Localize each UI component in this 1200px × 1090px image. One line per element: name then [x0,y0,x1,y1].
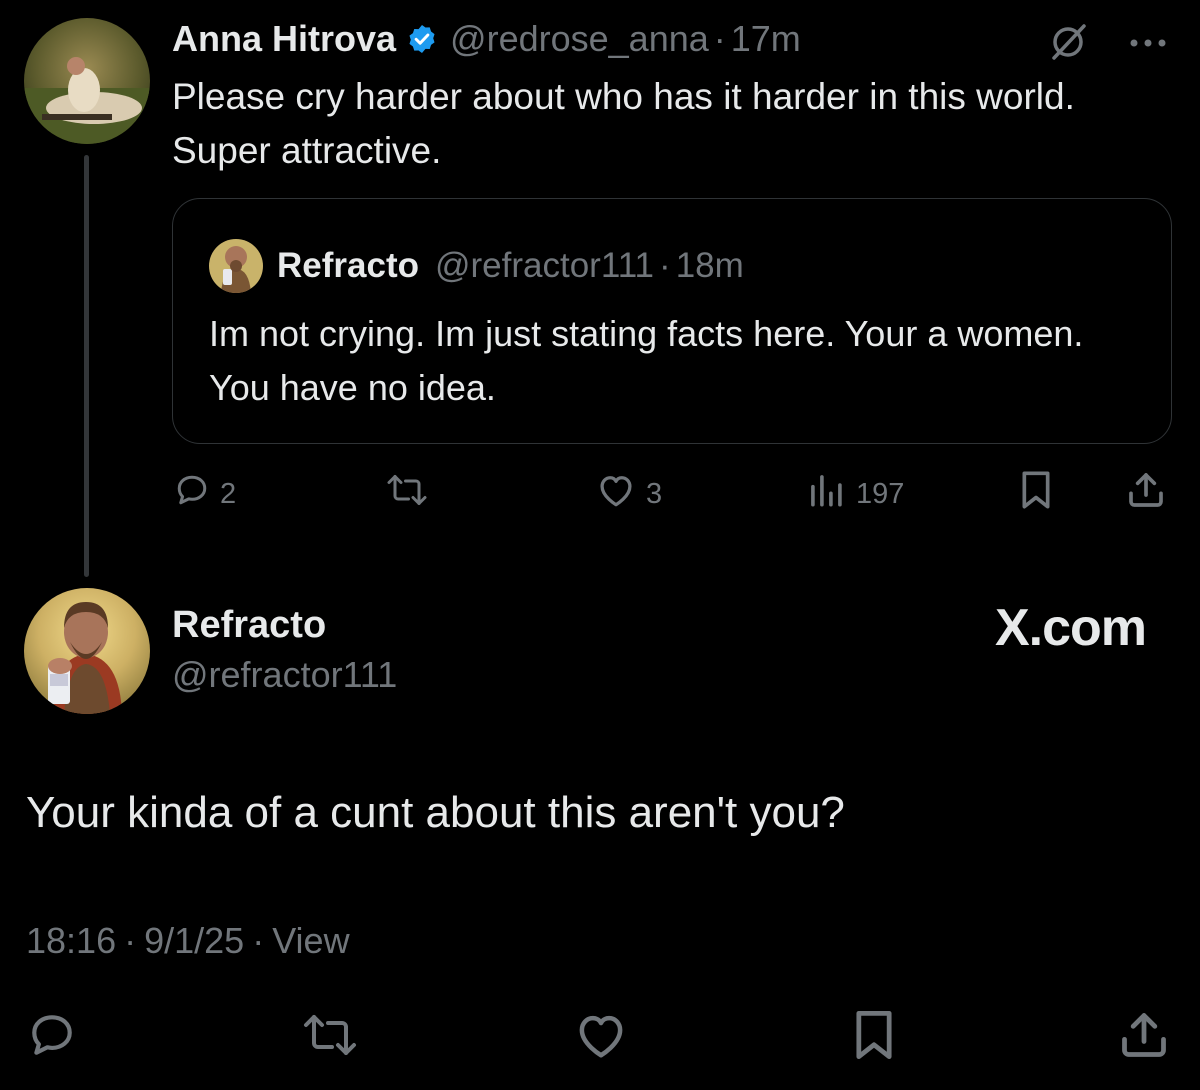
retweet-icon [300,1010,360,1065]
quoted-tweet-time: 18m [675,246,744,285]
retweet-button-main[interactable] [300,1012,360,1062]
avatar-refracto[interactable] [24,588,150,714]
bookmark-button-main[interactable] [852,1010,896,1062]
reply-icon [174,472,210,516]
grok-icon[interactable] [1046,20,1090,69]
share-icon [1126,470,1166,518]
separator-dot: · [713,18,726,59]
views-icon [806,472,846,516]
separator-dot: · [252,920,265,961]
tweet-header-icons [1046,20,1168,69]
reply-icon [26,1010,78,1065]
tweet-time[interactable]: 18:16 [26,920,116,961]
like-count: 3 [646,477,663,510]
quoted-author-name[interactable]: Refracto [277,246,419,286]
like-button-main[interactable] [574,1012,628,1062]
share-button-main[interactable] [1118,1012,1170,1062]
views-button[interactable]: 197 [806,472,904,516]
main-author-name[interactable]: Refracto [172,604,326,647]
quoting-tweet-header: Anna Hitrova @redrose_anna · 17m [172,16,801,62]
retweet-icon [384,472,430,516]
like-icon [574,1010,628,1065]
bookmark-button[interactable] [1018,470,1054,518]
quoted-tweet-header: Refracto @refractor111 · 18m [209,239,744,293]
bookmark-icon [1018,470,1054,518]
avatar-refracto-small [209,239,263,293]
xcom-watermark: X.com [994,599,1147,657]
verified-badge-icon [406,23,438,55]
retweet-button[interactable] [384,472,430,516]
tweet-time[interactable]: 17m [731,18,801,60]
separator-dot: · [124,920,137,961]
like-icon [596,472,636,516]
main-author-handle[interactable]: @refractor111 [172,654,397,696]
bookmark-icon [852,1009,896,1066]
main-tweet-meta: 18:16 · 9/1/25 · View [26,920,350,962]
avatar-anna[interactable] [24,18,150,144]
quoting-tweet-text: Please cry harder about who has it harde… [172,76,1075,171]
reply-count: 2 [220,477,237,510]
quoted-tweet-card[interactable]: Refracto @refractor111 · 18m Im not cryi… [172,198,1172,444]
reply-button[interactable]: 2 [174,472,236,516]
reply-button-main[interactable] [26,1012,78,1062]
more-icon[interactable] [1128,36,1168,54]
quoted-author-handle[interactable]: @refractor111 [435,246,654,286]
quoted-tweet-text: Im not crying. Im just stating facts her… [209,313,1084,408]
author-name[interactable]: Anna Hitrova [172,18,396,60]
main-tweet-text: Your kinda of a cunt about this aren't y… [26,788,845,837]
author-handle[interactable]: @redrose_anna [450,18,709,60]
thread-line [84,155,89,577]
view-link[interactable]: View [272,920,349,961]
separator-dot: · [659,246,671,285]
share-icon [1118,1009,1170,1066]
share-button[interactable] [1126,472,1166,516]
views-count: 197 [856,477,905,510]
tweet-date[interactable]: 9/1/25 [144,920,244,961]
like-button[interactable]: 3 [596,472,662,516]
